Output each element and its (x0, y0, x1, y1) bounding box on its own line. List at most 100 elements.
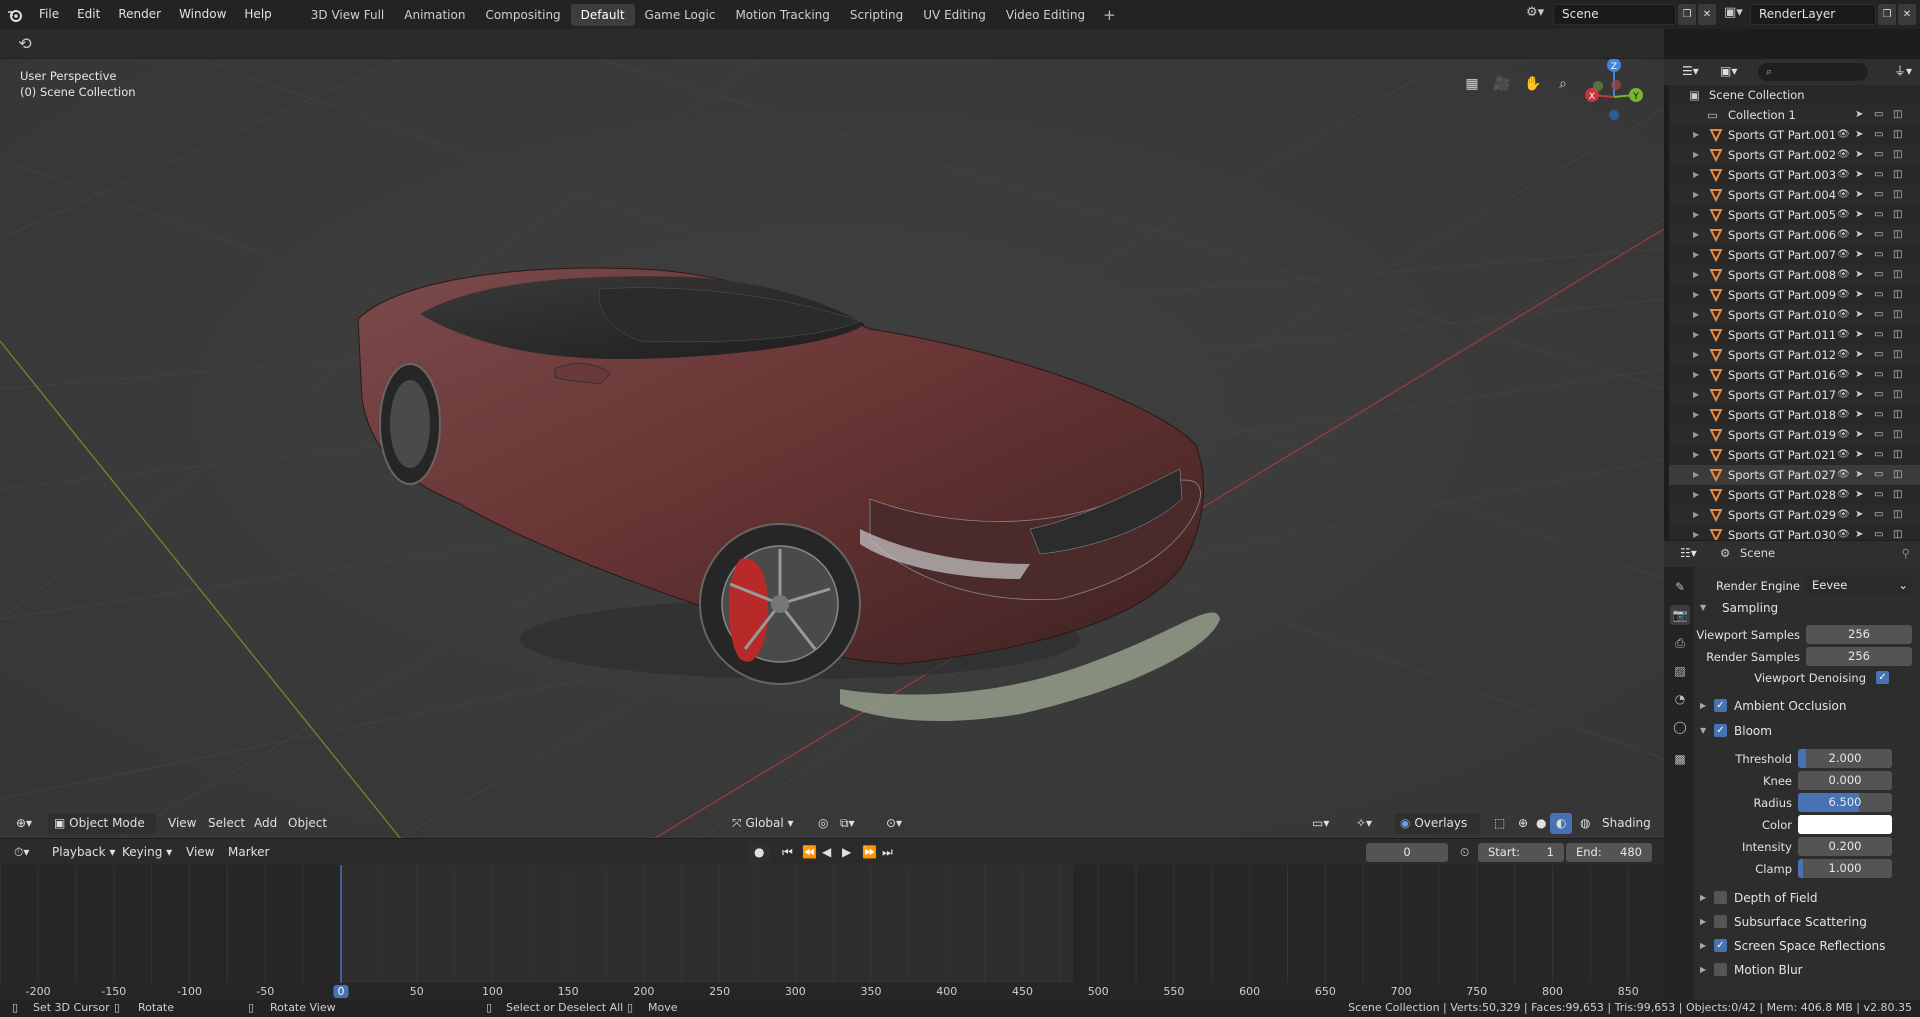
select-toggle-icon[interactable]: ➤ (1855, 325, 1863, 345)
viewport-toggle-icon[interactable]: ▭ (1874, 385, 1883, 405)
outliner-display-mode-icon[interactable]: ▣▾ (1714, 61, 1743, 82)
material-shading-icon[interactable]: ◐ (1550, 813, 1573, 834)
eye-icon[interactable]: 👁 (1837, 425, 1850, 445)
eye-icon[interactable]: 👁 (1837, 245, 1850, 265)
view-layer-icon[interactable]: ▣▾ (1724, 5, 1743, 20)
render-tab-icon[interactable]: 📷 (1670, 605, 1690, 625)
eye-icon[interactable]: 👁 (1837, 285, 1850, 305)
output-tab-icon[interactable]: ⎙ (1670, 633, 1690, 653)
transform-tool-icon[interactable]: ⟲ (12, 33, 38, 55)
bloom-color-swatch[interactable] (1798, 815, 1892, 834)
play-icon[interactable]: ▶ (836, 842, 857, 863)
record-icon[interactable]: ● (748, 842, 770, 863)
outliner-object-row[interactable]: ▶ Sports GT Part.027 👁 ➤ ▭ ◫ (1669, 465, 1920, 485)
viewport-toggle-icon[interactable]: ▭ (1874, 405, 1883, 425)
expand-arrow-icon[interactable]: ▶ (1693, 325, 1699, 345)
viewport-toggle-icon[interactable]: ▭ (1874, 305, 1883, 325)
expand-arrow-icon[interactable]: ▶ (1693, 125, 1699, 145)
current-frame-field[interactable]: 0 (1366, 843, 1448, 862)
viewport-toggle-icon[interactable]: ▭ (1874, 365, 1883, 385)
tab-motion-tracking[interactable]: Motion Tracking (725, 4, 839, 26)
knee-slider[interactable]: 0.000 (1798, 771, 1892, 790)
editor-type-icon[interactable]: ⊕▾ (10, 813, 38, 834)
tab-animation[interactable]: Animation (394, 4, 475, 26)
expand-arrow-icon[interactable]: ▶ (1693, 245, 1699, 265)
menu-render[interactable]: Render (109, 0, 170, 29)
eye-icon[interactable]: 👁 (1837, 125, 1850, 145)
viewport-toggle-icon[interactable]: ▭ (1874, 445, 1883, 465)
render-samples-field[interactable]: 256 (1806, 647, 1912, 666)
expand-arrow-icon[interactable]: ▶ (1693, 265, 1699, 285)
outliner-object-row[interactable]: ▶ Sports GT Part.011 👁 ➤ ▭ ◫ (1669, 325, 1920, 345)
eye-icon[interactable]: 👁 (1837, 465, 1850, 485)
expand-arrow-icon[interactable]: ▶ (1693, 445, 1699, 465)
viewport-toggle-icon[interactable]: ▭ (1874, 285, 1883, 305)
render-toggle-icon[interactable]: ◫ (1893, 525, 1902, 540)
outliner-object-row[interactable]: ▶ Sports GT Part.007 👁 ➤ ▭ ◫ (1669, 245, 1920, 265)
render-toggle-icon[interactable]: ◫ (1893, 205, 1902, 225)
outliner-object-row[interactable]: ▶ Sports GT Part.016 👁 ➤ ▭ ◫ (1669, 365, 1920, 385)
select-toggle-icon[interactable]: ➤ (1855, 345, 1863, 365)
jump-end-icon[interactable]: ⏭ (876, 842, 899, 863)
subsurface-scattering-panel-header[interactable]: ▶ Subsurface Scattering (1694, 911, 1920, 933)
viewport-toggle-icon[interactable]: ▭ (1874, 185, 1883, 205)
render-toggle-icon[interactable]: ◫ (1893, 225, 1902, 245)
subsurface-scattering-checkbox[interactable] (1714, 915, 1727, 928)
clamp-slider[interactable]: 1.000 (1798, 859, 1892, 878)
select-toggle-icon[interactable]: ➤ (1855, 305, 1863, 325)
scene-name-field[interactable]: Scene (1553, 4, 1676, 25)
outliner-object-row[interactable]: ▶ Sports GT Part.005 👁 ➤ ▭ ◫ (1669, 205, 1920, 225)
sampling-panel-header[interactable]: ▼ Sampling (1694, 597, 1920, 619)
timeline-area[interactable] (0, 865, 1664, 983)
viewport-denoising-checkbox[interactable]: ✓ (1876, 671, 1889, 684)
eye-icon[interactable]: 👁 (1837, 325, 1850, 345)
expand-arrow-icon[interactable]: ▶ (1693, 365, 1699, 385)
gizmo-toggle-icon[interactable]: ✧▾ (1350, 813, 1378, 834)
select-toggle-icon[interactable]: ➤ (1855, 245, 1863, 265)
bloom-panel-header[interactable]: ▼ ✓ Bloom (1694, 720, 1920, 742)
timeline-ruler[interactable]: -200 -150 -100 -50 0 50 100 150 200 250 300 350 400 4… (0, 983, 1664, 1001)
radius-slider[interactable]: 6.500 (1798, 793, 1892, 812)
eye-icon[interactable]: 👁 (1837, 405, 1850, 425)
viewport-toggle-icon[interactable]: ▭ (1874, 485, 1883, 505)
viewport-toggle-icon[interactable]: ▭ (1874, 105, 1883, 125)
render-toggle-icon[interactable]: ◫ (1893, 185, 1902, 205)
render-toggle-icon[interactable]: ◫ (1893, 365, 1902, 385)
outliner-object-row[interactable]: ▶ Sports GT Part.001 👁 ➤ ▭ ◫ (1669, 125, 1920, 145)
expand-arrow-icon[interactable]: ▶ (1693, 385, 1699, 405)
xray-icon[interactable]: ⬚ (1488, 813, 1511, 834)
menu-add[interactable]: Add (248, 813, 283, 834)
render-toggle-icon[interactable]: ◫ (1893, 425, 1902, 445)
tab-compositing[interactable]: Compositing (475, 4, 570, 26)
overlays-dropdown[interactable]: ◉ Overlays ▾ (1394, 813, 1480, 851)
view-layer-tab-icon[interactable]: ▨ (1670, 661, 1690, 681)
outliner-object-row[interactable]: ▶ Sports GT Part.021 👁 ➤ ▭ ◫ (1669, 445, 1920, 465)
menu-view[interactable]: View (162, 813, 202, 834)
viewport-toggle-icon[interactable]: ▭ (1874, 325, 1883, 345)
expand-arrow-icon[interactable]: ▶ (1693, 285, 1699, 305)
scene-icon[interactable]: ⚙▾ (1526, 5, 1544, 20)
transform-orientation-dropdown[interactable]: ⤧ Global ▾ (726, 813, 800, 834)
play-reverse-icon[interactable]: ◀ (816, 842, 837, 863)
scene-tab-icon[interactable]: ◔ (1670, 689, 1690, 709)
outliner-row-collection[interactable]: ▭ Collection 1 ➤ ▭ ◫ (1669, 105, 1920, 125)
view-object-types-icon[interactable]: ▭▾ (1306, 813, 1335, 834)
tool-tab-icon[interactable]: ✎ (1670, 577, 1690, 597)
viewport-samples-field[interactable]: 256 (1806, 625, 1912, 644)
viewport-toggle-icon[interactable]: ▭ (1874, 265, 1883, 285)
texture-tab-icon[interactable]: ▩ (1670, 749, 1690, 769)
tab-game-logic[interactable]: Game Logic (635, 4, 726, 26)
ambient-occlusion-checkbox[interactable]: ✓ (1714, 699, 1727, 712)
viewport-toggle-icon[interactable]: ▭ (1874, 245, 1883, 265)
outliner-filter-icon[interactable]: ⏚▾ (1888, 61, 1918, 82)
expand-arrow-icon[interactable]: ▶ (1693, 525, 1699, 540)
outliner-object-row[interactable]: ▶ Sports GT Part.002 👁 ➤ ▭ ◫ (1669, 145, 1920, 165)
camera-view-icon[interactable]: 🎥 (1490, 72, 1514, 96)
menu-help[interactable]: Help (235, 0, 280, 29)
render-toggle-icon[interactable]: ◫ (1893, 125, 1902, 145)
menu-playback[interactable]: Playback ▾ (46, 842, 121, 863)
expand-arrow-icon[interactable]: ▶ (1693, 405, 1699, 425)
depth-of-field-checkbox[interactable] (1714, 891, 1727, 904)
pin-icon[interactable]: ⚲ (1902, 546, 1910, 560)
timeline-editor-type-icon[interactable]: ⏱▾ (8, 842, 35, 863)
